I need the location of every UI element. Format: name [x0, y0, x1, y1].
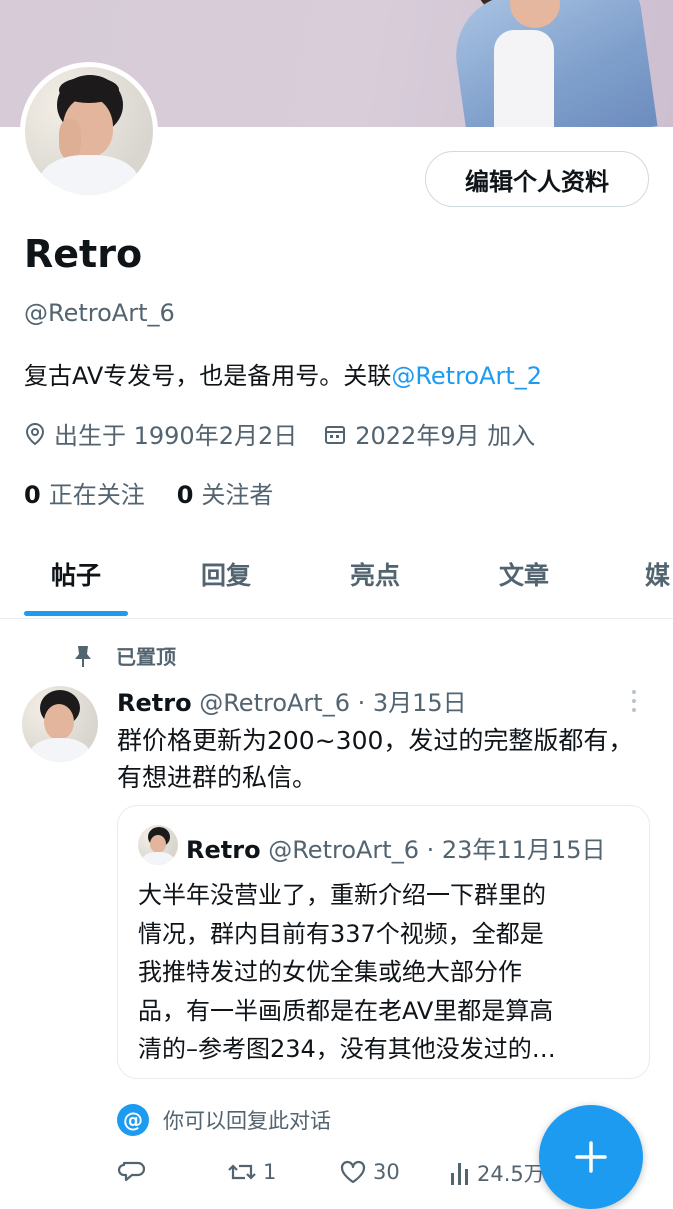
profile-tabs: 帖子 回复 亮点 文章 媒	[0, 540, 673, 619]
profile-bio: 复古AV专发号，也是备用号。关联@RetroArt_2	[24, 356, 542, 391]
retweet-count: 1	[263, 1160, 277, 1184]
mention-badge-icon: @	[117, 1104, 149, 1136]
birth-date: 出生于 1990年2月2日	[54, 422, 298, 450]
quoted-tweet-avatar	[138, 825, 178, 865]
more-icon[interactable]	[630, 690, 638, 716]
tab-articles[interactable]: 文章	[472, 540, 576, 618]
pinned-label: 已置顶	[72, 641, 176, 670]
following-link[interactable]: 0 正在关注	[24, 475, 145, 510]
bio-text: 复古AV专发号，也是备用号。关联	[24, 362, 392, 390]
tab-media[interactable]: 媒	[621, 540, 673, 618]
quoted-tweet-header: Retro @RetroArt_6 · 23年11月15日	[186, 830, 605, 865]
reply-icon	[117, 1161, 145, 1182]
pin-icon	[75, 645, 91, 667]
retweet-icon	[228, 1164, 256, 1180]
tab-replies[interactable]: 回复	[174, 540, 278, 618]
compose-button[interactable]	[539, 1105, 643, 1209]
profile-meta: 出生于 1990年2月2日 2022年9月 加入	[24, 416, 535, 451]
followers-label: 关注者	[201, 481, 274, 509]
followers-link[interactable]: 0 关注者	[177, 475, 274, 510]
edit-profile-button[interactable]: 编辑个人资料	[425, 151, 649, 207]
profile-avatar[interactable]	[20, 62, 158, 200]
like-count: 30	[373, 1160, 400, 1184]
retweet-button[interactable]: 1	[227, 1158, 276, 1186]
calendar-icon	[325, 425, 346, 444]
active-tab-indicator	[24, 611, 128, 616]
like-icon	[340, 1160, 366, 1184]
tweet-author-name[interactable]: Retro	[117, 689, 192, 717]
tweet-text: 群价格更新为200~300，发过的完整版都有，有想进群的私信。	[117, 726, 634, 792]
tab-posts[interactable]: 帖子	[24, 540, 128, 618]
tweet-header: Retro @RetroArt_6 · 3月15日	[117, 683, 467, 718]
reply-button[interactable]	[117, 1158, 151, 1186]
plus-icon	[575, 1141, 607, 1173]
views-button[interactable]: 24.5万	[449, 1158, 545, 1188]
following-label: 正在关注	[48, 481, 145, 509]
quoted-tweet[interactable]: Retro @RetroArt_6 · 23年11月15日 大半年没营业了，重新…	[117, 805, 650, 1079]
tweet-actions: 1 30 24.5万	[117, 1158, 577, 1192]
location-icon	[25, 422, 45, 445]
profile-name: Retro	[24, 232, 143, 276]
profile-handle: @RetroArt_6	[24, 299, 175, 327]
like-button[interactable]: 30	[339, 1158, 400, 1186]
quoted-meta: @RetroArt_6 · 23年11月15日	[268, 836, 606, 864]
reply-permission-note: @ 你可以回复此对话	[117, 1104, 331, 1136]
reply-note-text: 你可以回复此对话	[163, 1109, 331, 1133]
followers-count: 0	[176, 481, 194, 509]
following-count: 0	[24, 481, 41, 509]
views-count: 24.5万	[477, 1162, 545, 1186]
profile-avatar-image	[25, 67, 153, 195]
tab-highlights[interactable]: 亮点	[323, 540, 427, 618]
tweet-meta: @RetroArt_6 · 3月15日	[199, 689, 467, 717]
pinned-text: 已置顶	[116, 645, 176, 669]
views-icon	[451, 1163, 468, 1185]
join-date: 2022年9月 加入	[355, 422, 536, 450]
tweet-avatar[interactable]	[22, 686, 98, 762]
banner-figure-top	[494, 30, 554, 127]
quoted-text: 大半年没营业了，重新介绍一下群里的 情况，群内目前有337个视频，全都是 我推特…	[138, 881, 556, 1063]
follow-stats: 0 正在关注 0 关注者	[24, 475, 273, 510]
bio-mention-link[interactable]: @RetroArt_2	[391, 362, 542, 390]
quoted-author-name: Retro	[186, 836, 261, 864]
